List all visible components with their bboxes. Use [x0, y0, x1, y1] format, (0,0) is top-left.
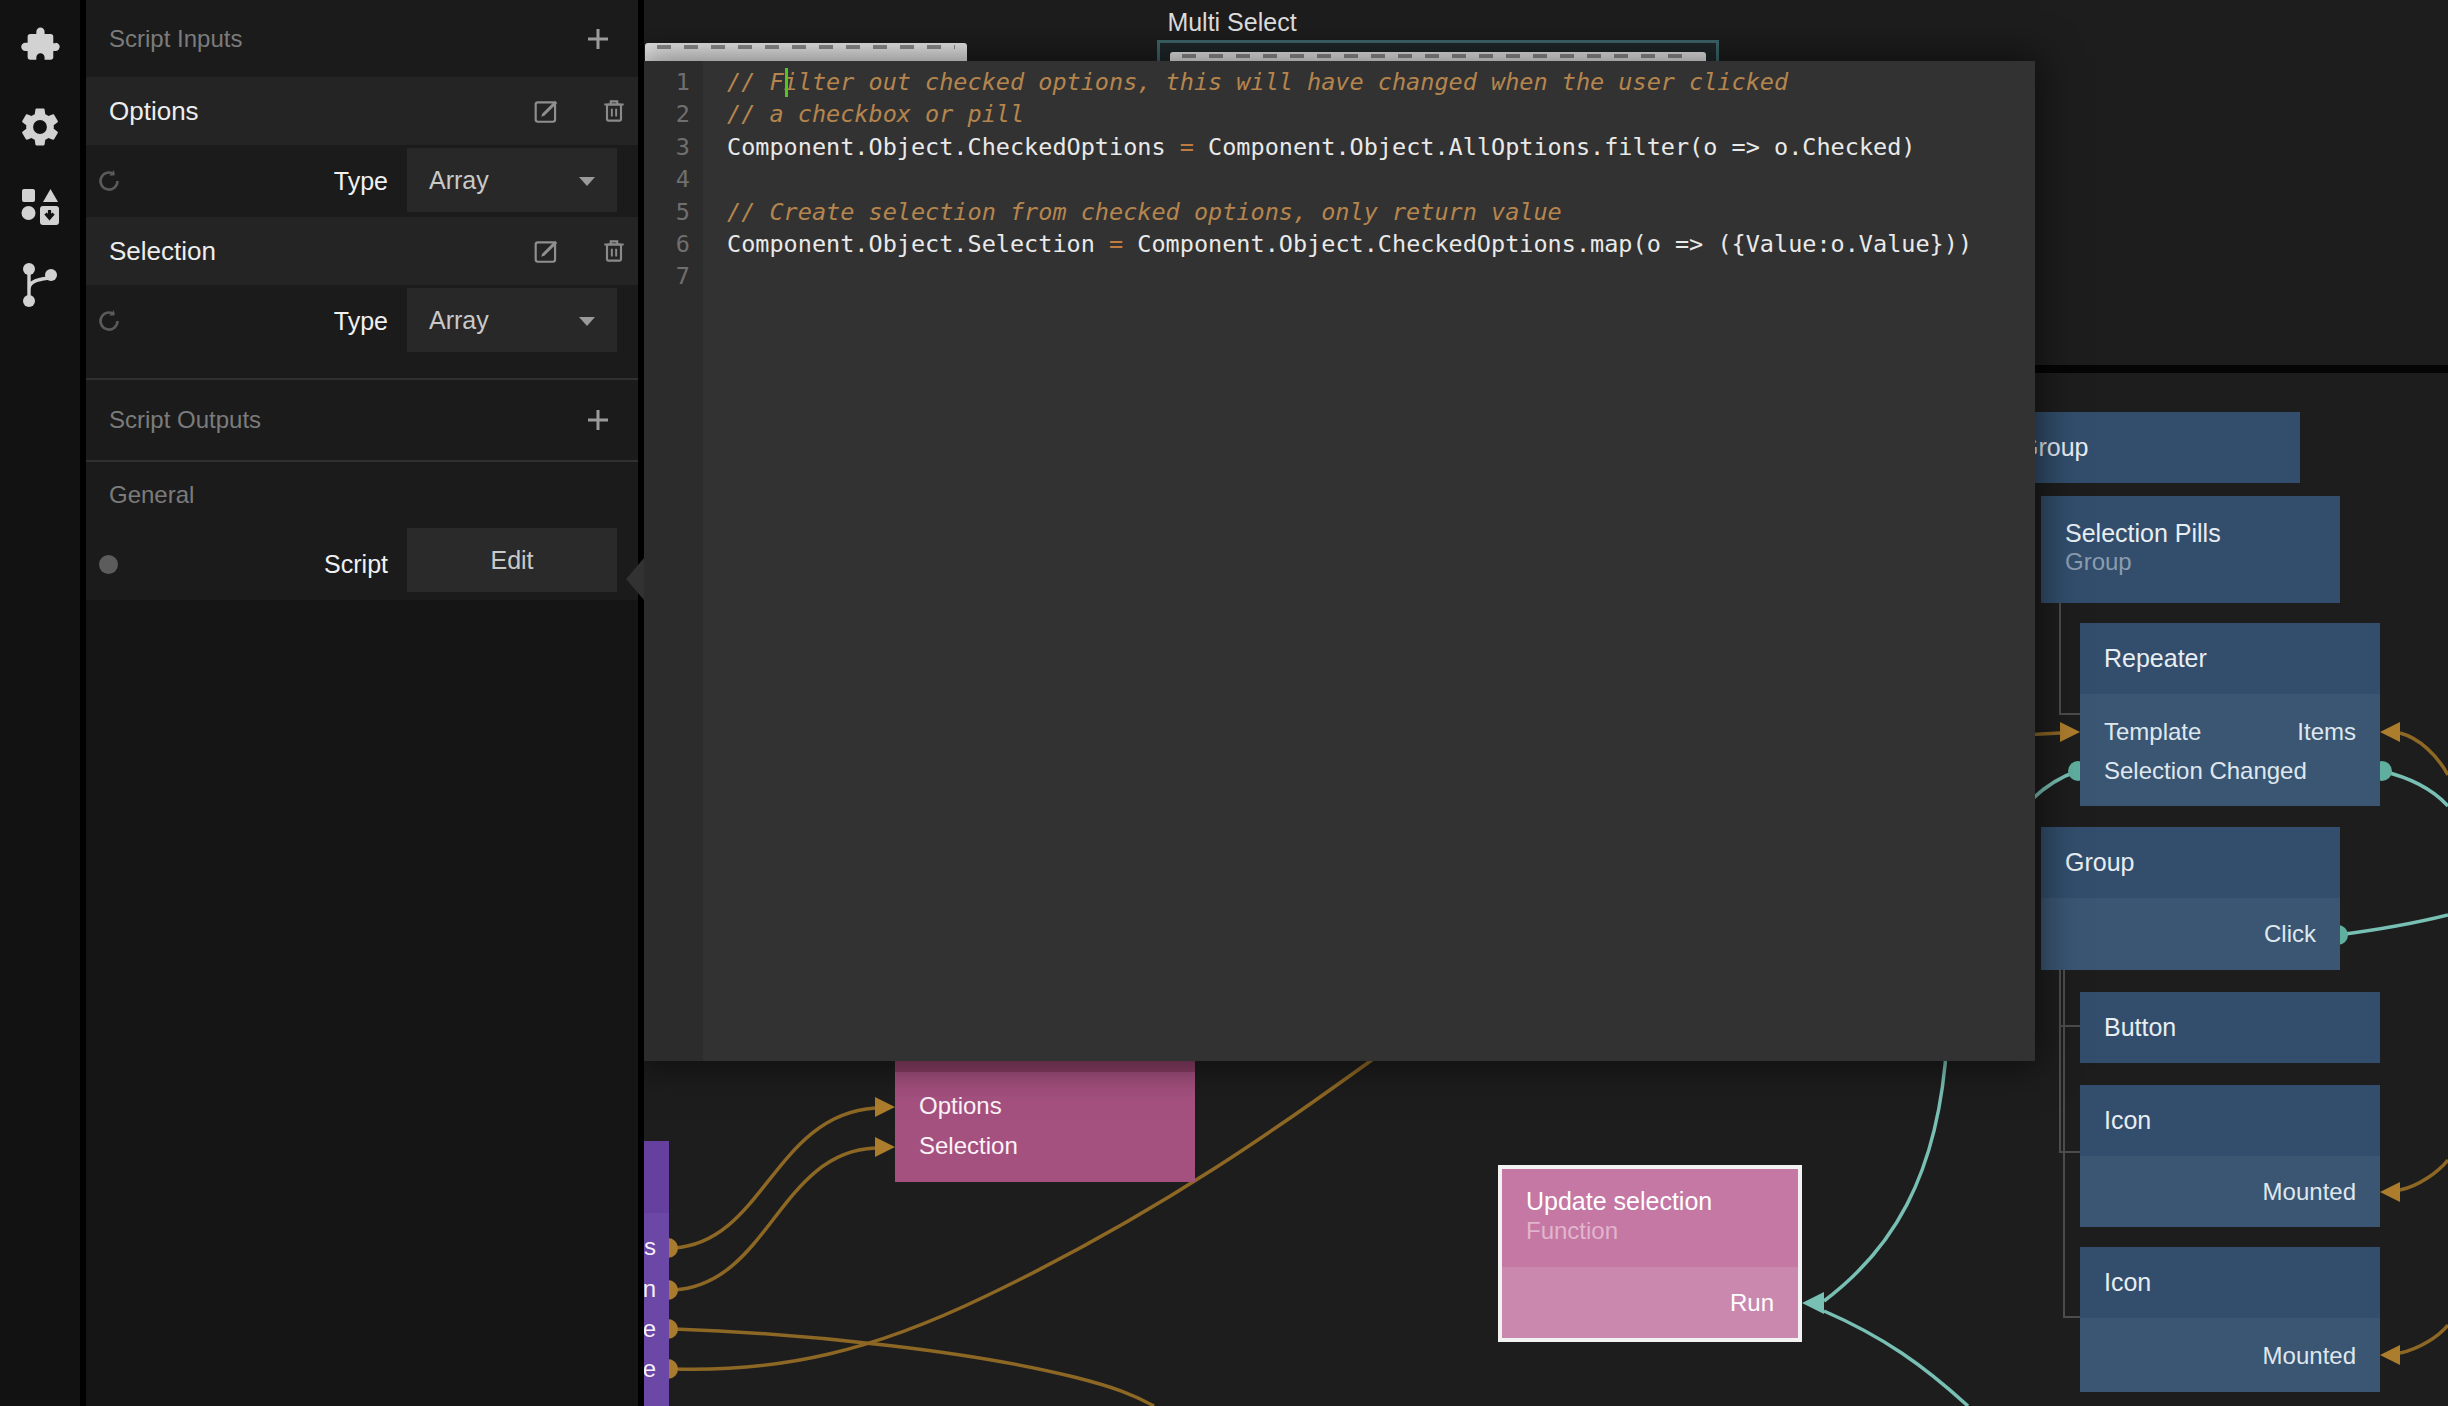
port-options-out[interactable]: Options	[644, 1227, 656, 1267]
input-name: Selection	[109, 236, 216, 267]
editor-gutter: 1 2 3 4 5 6 7	[644, 61, 703, 1061]
panel-empty-area	[86, 600, 638, 1406]
components-tree-icon[interactable]	[17, 176, 63, 238]
connection-dot-icon	[99, 555, 118, 574]
port-selection[interactable]: Selection	[919, 1126, 1018, 1166]
port-selection-changed[interactable]: Selection Changed	[2104, 751, 2307, 791]
node-script[interactable]: Options Selection Value Value	[644, 1141, 669, 1406]
node-graph-canvas[interactable]: Group Selection Pills Group Repeater Tem…	[644, 0, 2448, 1406]
teal-arrowhead	[1802, 1292, 1824, 1314]
canvas-divider-line	[2035, 365, 2448, 373]
port-click[interactable]: Click	[2264, 914, 2316, 954]
type-dropdown[interactable]: Array	[407, 148, 617, 212]
input-type-row-selection: Type Array	[86, 285, 638, 357]
input-name: Options	[109, 96, 199, 127]
node-group-top[interactable]: Group	[1995, 412, 2300, 483]
edit-script-button[interactable]: Edit	[407, 528, 617, 592]
node-icon-2[interactable]: Icon Mounted	[2080, 1247, 2380, 1392]
settings-gear-icon[interactable]	[17, 96, 63, 158]
port-template[interactable]: Template	[2104, 712, 2201, 752]
delete-input-icon[interactable]	[600, 237, 628, 265]
editor-code-area[interactable]: // Filter out checked options, this will…	[703, 61, 2035, 1061]
port-selection-out[interactable]: Selection	[644, 1269, 656, 1309]
input-row-selection[interactable]: Selection	[86, 217, 638, 285]
node-update-selection[interactable]: Update selection Function Run	[1498, 1165, 1802, 1342]
reset-icon[interactable]	[95, 307, 123, 335]
type-label: Type	[334, 145, 388, 217]
section-script-inputs: Script Inputs	[86, 0, 638, 77]
script-property-row: Script Edit	[86, 528, 638, 600]
script-label: Script	[324, 528, 388, 600]
type-label: Type	[334, 285, 388, 357]
node-repeater[interactable]: Repeater Template Items Selection Change…	[2080, 623, 2380, 806]
input-type-row-options: Type Array	[86, 145, 638, 217]
editor-popover-arrow	[626, 558, 644, 600]
type-value: Array	[429, 306, 489, 335]
section-title: General	[109, 481, 194, 509]
add-input-icon[interactable]	[585, 26, 611, 52]
add-output-icon[interactable]	[585, 407, 611, 433]
edit-input-icon[interactable]	[533, 237, 561, 265]
properties-panel: Script Inputs Options Type Array Selecti…	[86, 0, 638, 1406]
text-cursor	[785, 68, 788, 97]
edit-input-icon[interactable]	[533, 97, 561, 125]
node-button[interactable]: Button	[2080, 992, 2380, 1063]
node-group[interactable]: Group Click	[2041, 827, 2340, 970]
port-options[interactable]: Options	[919, 1086, 1002, 1126]
selected-node-label: Multi Select	[1132, 8, 1332, 37]
input-row-options[interactable]: Options	[86, 77, 638, 145]
port-items[interactable]: Items	[2297, 712, 2356, 752]
section-title: Script Inputs	[109, 25, 242, 53]
app-root: Script Inputs Options Type Array Selecti…	[0, 0, 2448, 1406]
port-mounted[interactable]: Mounted	[2263, 1172, 2356, 1212]
node-selection-pills[interactable]: Selection Pills Group	[2041, 496, 2340, 603]
version-control-branch-icon[interactable]	[17, 254, 63, 316]
script-editor-popup: 1 2 3 4 5 6 7 // Filter out checked opti…	[644, 61, 2035, 1061]
delete-input-icon[interactable]	[600, 97, 628, 125]
reset-icon[interactable]	[95, 167, 123, 195]
node-icon-1[interactable]: Icon Mounted	[2080, 1085, 2380, 1227]
components-puzzle-icon[interactable]	[17, 14, 63, 76]
chevron-down-icon	[579, 317, 595, 326]
port-run[interactable]: Run	[1730, 1283, 1774, 1323]
type-value: Array	[429, 166, 489, 195]
section-general: General	[86, 462, 638, 528]
section-script-outputs: Script Outputs	[86, 380, 638, 460]
type-dropdown[interactable]: Array	[407, 288, 617, 352]
port-value-out[interactable]: Value	[644, 1349, 656, 1389]
section-title: Script Outputs	[109, 406, 261, 434]
port-mounted[interactable]: Mounted	[2263, 1336, 2356, 1376]
port-value-out[interactable]: Value	[644, 1309, 656, 1349]
activity-bar	[0, 0, 80, 1406]
chevron-down-icon	[579, 177, 595, 186]
